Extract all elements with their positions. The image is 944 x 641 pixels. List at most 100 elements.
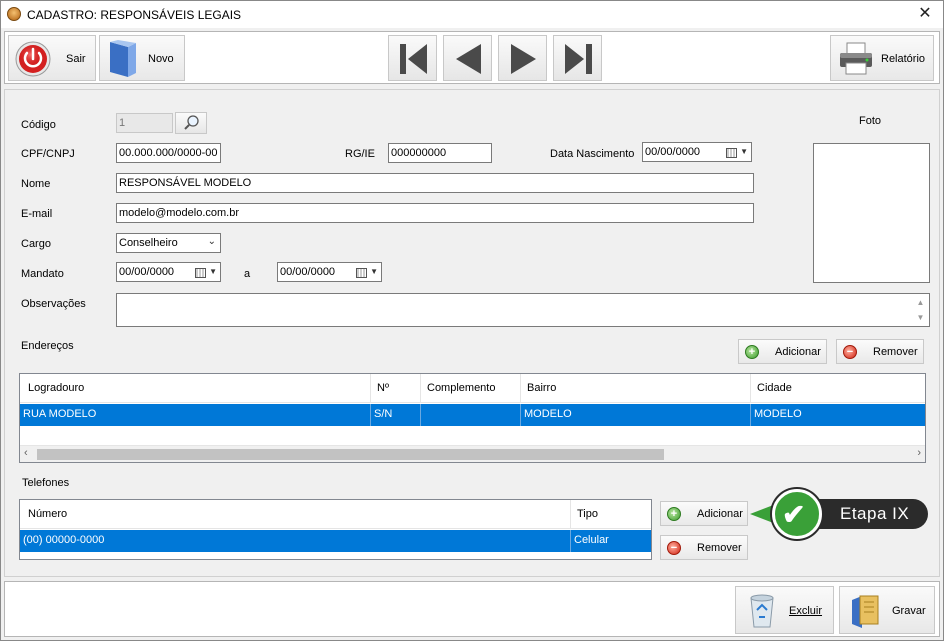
enderecos-remove-label: Remover <box>873 346 918 358</box>
scroll-right-icon[interactable]: › <box>917 447 921 459</box>
telefones-remove-button[interactable]: − Remover <box>660 535 748 560</box>
table-cell: RUA MODELO <box>20 404 371 426</box>
column-header[interactable]: Cidade <box>751 374 925 402</box>
window-title: CADASTRO: RESPONSÁVEIS LEGAIS <box>27 8 242 22</box>
new-document-icon <box>110 40 136 77</box>
app-icon <box>7 7 21 21</box>
search-button[interactable] <box>175 112 207 134</box>
close-button[interactable]: ✕ <box>915 4 935 24</box>
chevron-down-icon: ▼ <box>370 267 378 276</box>
cargo-label: Cargo <box>21 238 51 250</box>
column-header[interactable]: Complemento <box>421 374 521 402</box>
mandato-label: Mandato <box>21 268 64 280</box>
table-cell: S/N <box>371 404 421 426</box>
cargo-value: Conselheiro <box>119 237 178 249</box>
scroll-left-icon[interactable]: ‹ <box>24 447 28 459</box>
telefones-label: Telefones <box>22 477 70 489</box>
enderecos-remove-button[interactable]: − Remover <box>836 339 924 364</box>
enderecos-header-row: Logradouro Nº Complemento Bairro Cidade <box>20 374 925 403</box>
nome-label: Nome <box>21 178 51 190</box>
chevron-down-icon: ▼ <box>740 147 748 156</box>
add-icon: + <box>667 507 681 521</box>
callout-text: Etapa IX <box>840 504 910 523</box>
next-icon <box>511 44 536 74</box>
chevron-down-icon: ▼ <box>209 267 217 276</box>
table-cell: (00) 00000-0000 <box>20 530 571 552</box>
add-icon: + <box>745 345 759 359</box>
sair-button[interactable]: Sair <box>8 35 96 81</box>
table-row[interactable]: (00) 00000-0000 Celular <box>20 530 651 552</box>
mandato-to-value: 00/00/0000 <box>280 266 336 278</box>
step-callout: Etapa IX ✔ <box>750 487 936 541</box>
observacoes-textarea[interactable]: ▲ ▼ <box>116 293 930 327</box>
previous-record-button[interactable] <box>443 35 492 81</box>
rg-field[interactable]: 000000000 <box>388 143 492 163</box>
remove-icon: − <box>843 345 857 359</box>
last-record-button[interactable] <box>553 35 602 81</box>
mandato-to-date-picker[interactable]: 00/00/0000 ▼ <box>277 262 382 282</box>
column-header[interactable]: Nº <box>371 374 421 402</box>
scrollbar-thumb[interactable] <box>37 449 664 460</box>
nascimento-label: Data Nascimento <box>550 148 635 160</box>
mandato-separator: a <box>244 268 251 280</box>
table-cell: Celular <box>574 534 609 546</box>
enderecos-add-button[interactable]: + Adicionar <box>738 339 827 364</box>
next-record-button[interactable] <box>498 35 547 81</box>
telefones-remove-label: Remover <box>697 542 742 554</box>
title-bar: CADASTRO: RESPONSÁVEIS LEGAIS ✕ <box>0 0 944 28</box>
mandato-from-date-picker[interactable]: 00/00/0000 ▼ <box>116 262 221 282</box>
relatorio-button[interactable]: Relatório <box>830 35 934 81</box>
enderecos-label: Endereços <box>21 340 74 352</box>
column-header[interactable]: Logradouro <box>20 374 371 402</box>
enderecos-grid: Logradouro Nº Complemento Bairro Cidade … <box>19 373 926 463</box>
gravar-button[interactable]: Gravar <box>839 586 935 634</box>
scroll-up-icon: ▲ <box>916 298 925 307</box>
footer-bar: Excluir Gravar <box>4 581 940 637</box>
photo-box[interactable] <box>813 143 930 283</box>
telefones-add-button[interactable]: + Adicionar <box>660 501 748 526</box>
first-icon <box>400 44 427 74</box>
toolbar: Sair Novo Relatório <box>4 31 940 84</box>
scroll-down-icon: ▼ <box>916 313 925 322</box>
excluir-button[interactable]: Excluir <box>735 586 834 634</box>
nascimento-date-picker[interactable]: 00/00/0000 ▼ <box>642 142 752 162</box>
calendar-icon <box>195 268 206 278</box>
column-header[interactable]: Tipo <box>571 500 651 528</box>
gravar-label: Gravar <box>892 605 926 617</box>
telefones-grid: Número Tipo (00) 00000-0000 Celular <box>19 499 652 560</box>
table-cell <box>421 404 521 426</box>
rg-label: RG/IE <box>345 148 375 160</box>
first-record-button[interactable] <box>388 35 437 81</box>
cargo-select[interactable]: Conselheiro ⌄ <box>116 233 221 253</box>
last-icon <box>565 44 592 74</box>
remove-icon: − <box>667 541 681 555</box>
foto-label: Foto <box>859 115 882 127</box>
column-header[interactable]: Bairro <box>521 374 751 402</box>
enderecos-add-label: Adicionar <box>775 346 821 358</box>
mandato-from-value: 00/00/0000 <box>119 266 175 278</box>
observacoes-label: Observações <box>21 298 86 310</box>
cpf-field[interactable]: 00.000.000/0000-00 <box>116 143 221 163</box>
codigo-label: Código <box>21 119 56 131</box>
search-icon <box>184 115 199 130</box>
sair-label: Sair <box>66 53 86 65</box>
email-label: E-mail <box>21 208 53 220</box>
novo-button[interactable]: Novo <box>99 35 185 81</box>
chevron-down-icon: ⌄ <box>207 236 216 247</box>
email-field[interactable]: modelo@modelo.com.br <box>116 203 754 223</box>
recycle-bin-icon <box>750 594 774 628</box>
relatorio-label: Relatório <box>881 53 926 65</box>
horizontal-scrollbar[interactable]: ‹ › <box>20 445 925 462</box>
nome-field[interactable]: RESPONSÁVEL MODELO <box>116 173 754 193</box>
table-cell: MODELO <box>754 408 802 420</box>
printer-icon <box>840 42 872 75</box>
table-row[interactable]: RUA MODELO S/N MODELO MODELO <box>20 404 925 426</box>
vertical-scrollbar[interactable]: ▲ ▼ <box>913 295 928 325</box>
telefones-header-row: Número Tipo <box>20 500 651 529</box>
power-icon <box>15 41 51 77</box>
column-header[interactable]: Número <box>20 500 571 528</box>
nascimento-value: 00/00/0000 <box>645 146 701 158</box>
calendar-icon <box>726 148 737 158</box>
table-cell: MODELO <box>521 404 751 426</box>
cpf-label: CPF/CNPJ <box>21 148 75 160</box>
